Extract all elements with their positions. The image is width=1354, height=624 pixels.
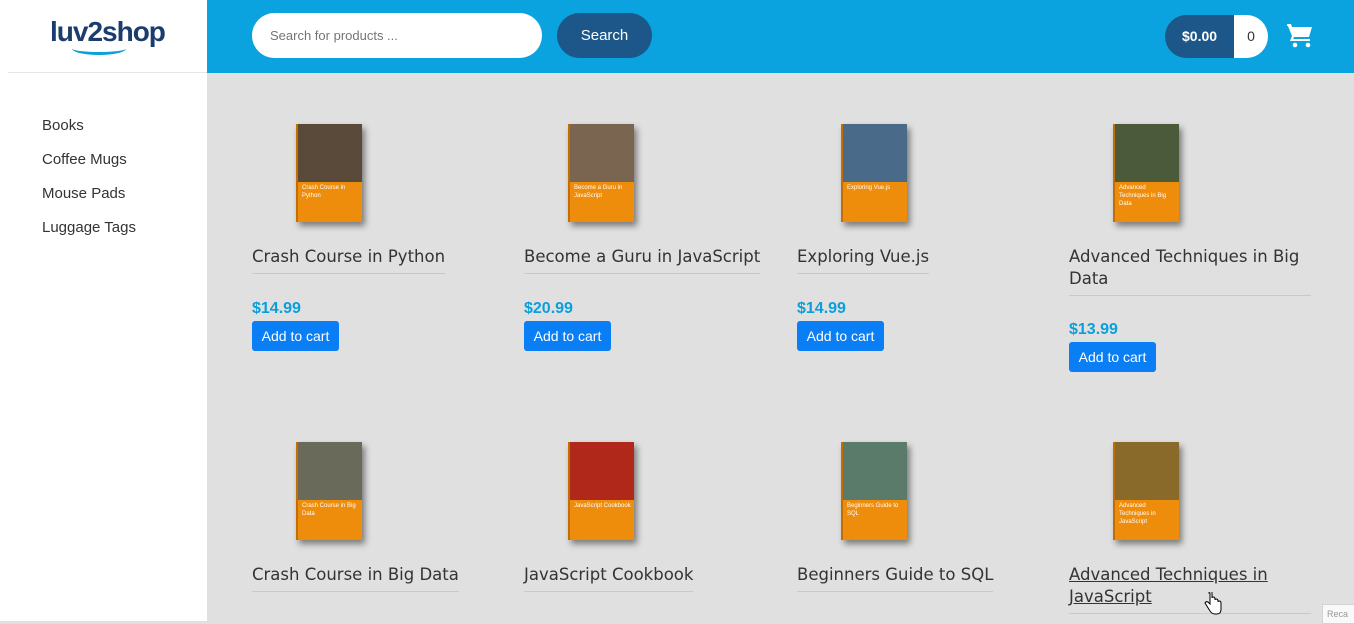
add-to-cart-button[interactable]: Add to cart xyxy=(797,321,884,351)
logo[interactable]: luv2shop xyxy=(8,0,207,73)
cover-photo xyxy=(570,124,634,182)
book-cover-image[interactable]: Crash Course in Big Data xyxy=(296,442,362,540)
product-price: $20.99 xyxy=(524,300,573,317)
product-title[interactable]: Become a Guru in JavaScript xyxy=(524,246,761,274)
cart-quantity: 0 xyxy=(1234,15,1269,58)
logo-swoosh-icon xyxy=(72,42,126,55)
cover-photo xyxy=(1115,442,1179,500)
book-cover-image[interactable]: JavaScript Cookbook xyxy=(568,442,634,540)
cover-title: Advanced Techniques in Big Data xyxy=(1119,185,1167,207)
cover-photo xyxy=(298,124,362,182)
search-input[interactable] xyxy=(252,13,542,58)
hand-pointer-cursor-icon xyxy=(1204,592,1222,615)
sidebar: luv2shop Books Coffee Mugs Mouse Pads Lu… xyxy=(0,0,207,621)
header: Search $0.00 0 xyxy=(207,0,1354,73)
cover-title: Become a Guru in JavaScript xyxy=(574,185,623,199)
add-to-cart-button[interactable]: Add to cart xyxy=(252,321,339,351)
product-title[interactable]: JavaScript Cookbook xyxy=(524,564,694,592)
add-to-cart-button[interactable]: Add to cart xyxy=(524,321,611,351)
product-price: $14.99 xyxy=(252,300,301,317)
category-coffee-mugs[interactable]: Coffee Mugs xyxy=(42,150,136,184)
book-cover-image[interactable]: Advanced Techniques in JavaScript xyxy=(1113,442,1179,540)
product-price: $14.99 xyxy=(797,300,846,317)
cover-photo xyxy=(1115,124,1179,182)
cover-title: Crash Course in Python xyxy=(302,185,346,199)
cover-title: Exploring Vue.js xyxy=(847,185,891,191)
shopping-cart-icon[interactable] xyxy=(1286,21,1314,49)
cart-total: $0.00 xyxy=(1165,15,1235,58)
product-price: $13.99 xyxy=(1069,321,1118,338)
cart-status[interactable]: $0.00 0 xyxy=(1165,15,1269,58)
cover-title: Beginners Guide to SQL xyxy=(847,503,899,517)
product-title[interactable]: Beginners Guide to SQL xyxy=(797,564,994,592)
cover-title: Crash Course in Big Data xyxy=(302,503,356,517)
product-title[interactable]: Advanced Techniques in JavaScript xyxy=(1069,564,1311,614)
book-cover-image[interactable]: Beginners Guide to SQL xyxy=(841,442,907,540)
search-button[interactable]: Search xyxy=(557,13,652,58)
cover-title: JavaScript Cookbook xyxy=(574,503,631,509)
product-title[interactable]: Crash Course in Big Data xyxy=(252,564,459,592)
book-cover-image[interactable]: Become a Guru in JavaScript xyxy=(568,124,634,222)
book-cover-image[interactable]: Crash Course in Python xyxy=(296,124,362,222)
category-books[interactable]: Books xyxy=(42,116,136,150)
category-menu: Books Coffee Mugs Mouse Pads Luggage Tag… xyxy=(42,116,136,252)
recaptcha-badge[interactable]: Reca xyxy=(1322,604,1354,624)
cover-photo xyxy=(843,442,907,500)
book-cover-image[interactable]: Exploring Vue.js xyxy=(841,124,907,222)
category-luggage-tags[interactable]: Luggage Tags xyxy=(42,218,136,252)
add-to-cart-button[interactable]: Add to cart xyxy=(1069,342,1156,372)
product-title[interactable]: Advanced Techniques in Big Data xyxy=(1069,246,1311,296)
cover-photo xyxy=(298,442,362,500)
product-title[interactable]: Exploring Vue.js xyxy=(797,246,930,274)
cover-photo xyxy=(843,124,907,182)
product-title[interactable]: Crash Course in Python xyxy=(252,246,446,274)
book-cover-image[interactable]: Advanced Techniques in Big Data xyxy=(1113,124,1179,222)
cover-title: Advanced Techniques in JavaScript xyxy=(1119,503,1156,525)
cover-photo xyxy=(570,442,634,500)
category-mouse-pads[interactable]: Mouse Pads xyxy=(42,184,136,218)
